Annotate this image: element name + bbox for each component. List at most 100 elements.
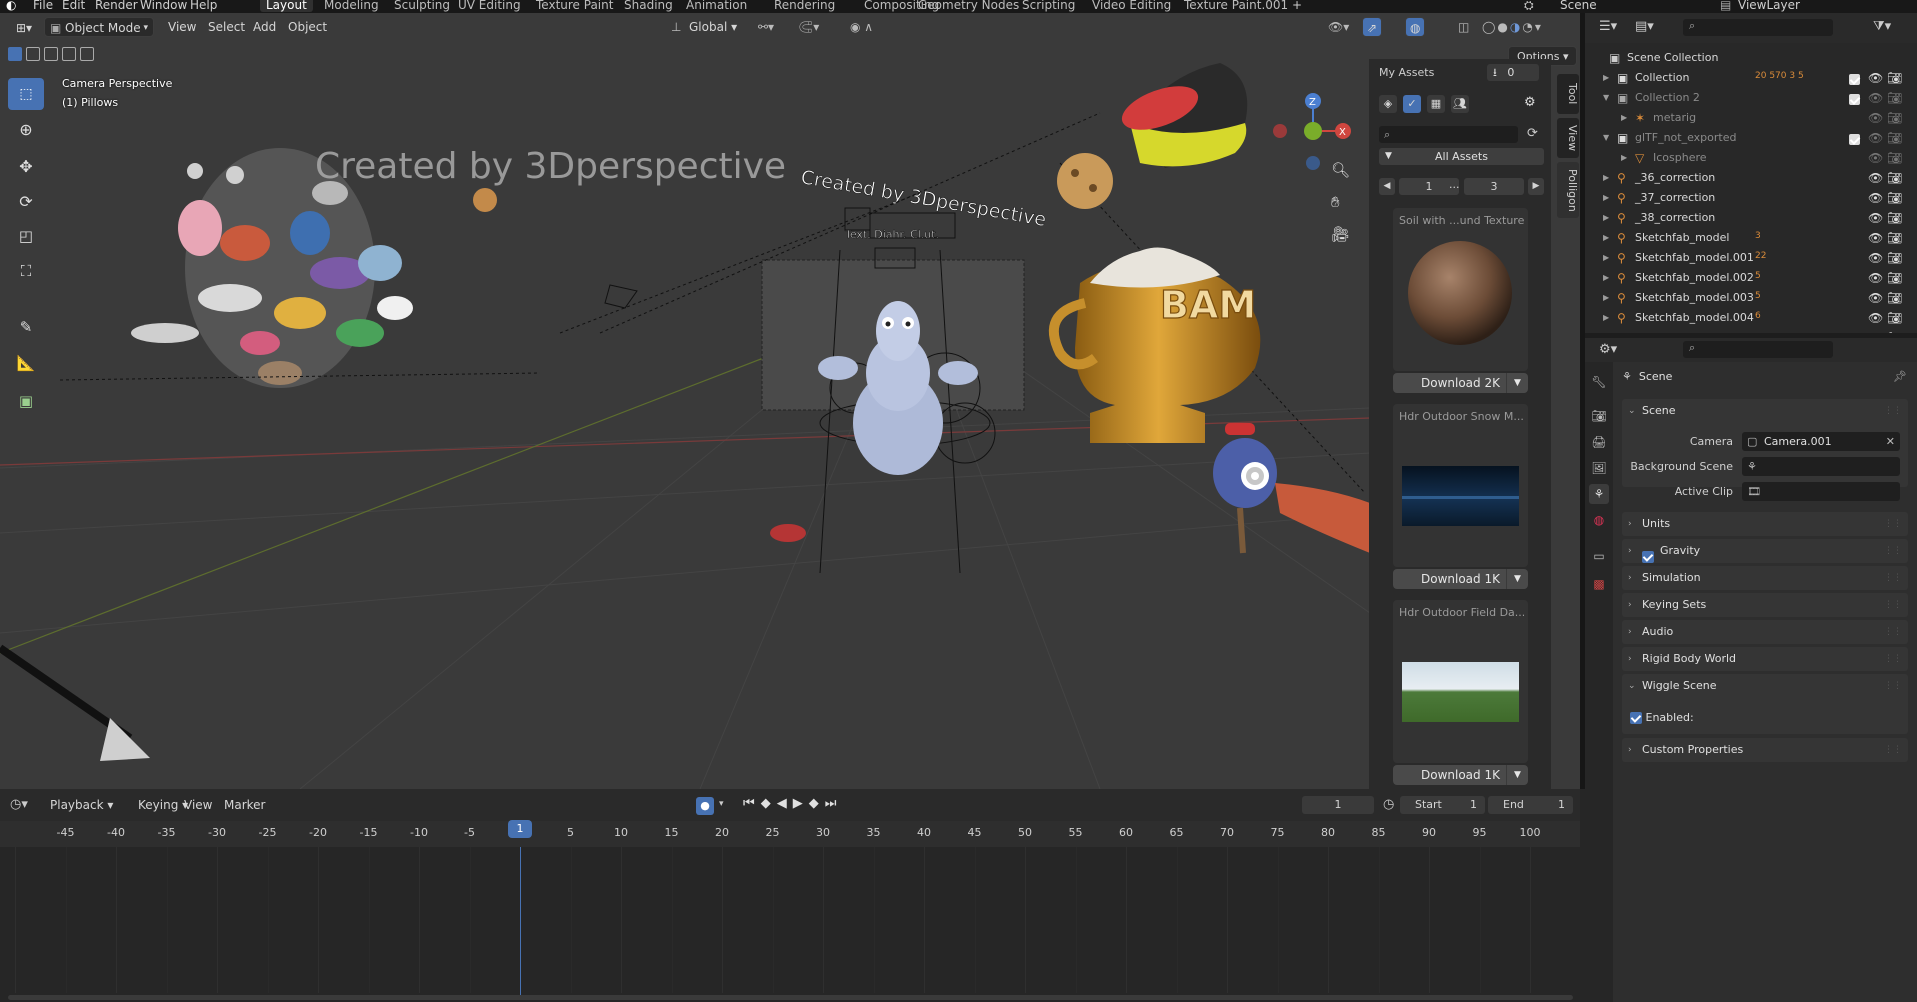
drag-grip-icon[interactable]: ⋮⋮ xyxy=(1884,620,1902,644)
select-box-tool[interactable]: ⬚ xyxy=(8,78,44,110)
snap-icon[interactable]: 🧲︎▾ xyxy=(790,17,827,37)
workspace-tab[interactable]: Texture Paint xyxy=(530,0,619,12)
camera-render-icon[interactable]: 📷︎ xyxy=(1887,331,1902,333)
menu-edit[interactable]: Edit xyxy=(62,0,85,12)
camera-view-icon[interactable]: 🎥︎ xyxy=(1331,225,1353,247)
camera-render-icon[interactable]: 📷︎ xyxy=(1887,311,1902,325)
expand-arrow-icon[interactable]: ▶ xyxy=(1603,173,1609,182)
tool-tab-icon[interactable]: 🔧︎ xyxy=(1589,372,1609,392)
expand-arrow-icon[interactable]: ▶ xyxy=(1603,313,1609,322)
jump-start-icon[interactable]: ⏮ xyxy=(743,796,761,811)
overlay-toggle-icon[interactable]: ◍ xyxy=(1405,17,1426,37)
simulation-section[interactable]: › Simulation ⋮⋮ xyxy=(1622,566,1908,590)
outliner-root[interactable]: ▣ Scene Collection xyxy=(1585,48,1917,68)
outliner-row[interactable]: ▶ ⚲ _38_correction 👁︎ 📷︎ xyxy=(1585,208,1917,228)
outliner-row[interactable]: ▶ ⚲ Sketchfab_model 3 👁︎ 📷︎ xyxy=(1585,228,1917,248)
camera-render-icon[interactable]: 📷︎ xyxy=(1887,71,1902,85)
drag-grip-icon[interactable]: ⋮⋮ xyxy=(1884,647,1902,671)
workspace-tab[interactable]: Modeling xyxy=(318,0,385,12)
eye-icon[interactable]: 👁︎ xyxy=(1868,91,1883,105)
drag-grip-icon[interactable]: ⋮⋮ xyxy=(1884,512,1902,536)
download-2k-button[interactable]: Download 2K ▼ xyxy=(1393,373,1528,393)
timeline-scrollbar[interactable] xyxy=(8,995,1573,1000)
editor-type-icon[interactable]: ⊞▾ xyxy=(8,18,40,38)
current-frame-field[interactable]: 1 xyxy=(1302,796,1374,814)
visibility-icon[interactable]: 👁︎▾ xyxy=(1320,17,1357,37)
move-tool[interactable]: ✥ xyxy=(8,150,44,182)
tab-tool[interactable]: Tool xyxy=(1557,74,1579,114)
auto-keying-record-icon[interactable]: ● xyxy=(696,797,714,815)
expand-arrow-icon[interactable]: ▶ xyxy=(1603,273,1609,282)
drag-grip-icon[interactable]: ⋮⋮ xyxy=(1884,539,1902,563)
page-total-field[interactable]: 3 xyxy=(1464,178,1524,195)
drag-grip-icon[interactable]: ⋮⋮ xyxy=(1884,399,1902,423)
asset-settings-gear-icon[interactable]: ⚙ xyxy=(1524,95,1542,113)
outliner-row[interactable]: ▶ ▽ Icosphere 👁︎ 📷︎ xyxy=(1585,148,1917,168)
download-1k-button[interactable]: Download 1K ▼ xyxy=(1393,569,1528,589)
scene-section-title[interactable]: Scene xyxy=(1642,404,1676,417)
marker-menu[interactable]: Marker xyxy=(216,795,273,815)
section-title[interactable]: Wiggle Scene xyxy=(1642,679,1717,692)
expand-arrow-icon[interactable]: ▶ xyxy=(1603,213,1609,222)
playhead-line[interactable] xyxy=(520,847,521,997)
download-counter[interactable]: ⭳ 0 xyxy=(1487,64,1539,81)
active-clip-field[interactable]: 🎞︎ xyxy=(1742,482,1900,501)
add-menu[interactable]: Add xyxy=(245,17,284,37)
workspace-tab[interactable]: Video Editing xyxy=(1086,0,1177,12)
clear-icon[interactable]: ✕ xyxy=(1886,432,1895,451)
tab-polligon[interactable]: Polligon xyxy=(1557,162,1579,218)
expand-arrow-icon[interactable]: ▶ xyxy=(1621,153,1627,162)
expand-arrow-icon[interactable]: ▶ xyxy=(1603,193,1609,202)
select-subtract-icon[interactable] xyxy=(44,47,58,61)
filter-users-icon[interactable]: 👥︎ xyxy=(1451,95,1469,113)
navigation-gizmo[interactable]: Z X xyxy=(1273,93,1351,170)
page-next-button[interactable]: ▶ xyxy=(1528,178,1544,195)
eye-icon[interactable]: 👁︎ xyxy=(1868,71,1883,85)
expand-arrow-icon[interactable]: ▼ xyxy=(1603,93,1609,102)
menu-window[interactable]: Window xyxy=(140,0,187,12)
select-invert-icon[interactable] xyxy=(62,47,76,61)
rotate-tool[interactable]: ⟳ xyxy=(8,185,44,217)
gizmo-toggle-icon[interactable]: ⇗ xyxy=(1362,17,1383,37)
expand-arrow-icon[interactable]: ▶ xyxy=(1603,293,1609,302)
exclude-checkbox[interactable] xyxy=(1849,72,1860,85)
outliner-row[interactable]: ▶ ⚲ _37_correction 👁︎ 📷︎ xyxy=(1585,188,1917,208)
expand-arrow-icon[interactable]: ▶ xyxy=(1603,73,1609,82)
camera-field[interactable]: ▢ Camera.001 ✕ xyxy=(1742,432,1900,451)
orientation-dropdown[interactable]: ⊥ Global ▾ xyxy=(665,17,745,37)
gravity-section[interactable]: › Gravity ⋮⋮ xyxy=(1622,539,1908,563)
timeline-ruler[interactable] xyxy=(0,821,1580,847)
view-menu[interactable]: View xyxy=(160,17,204,37)
eye-icon[interactable]: 👁︎ xyxy=(1868,291,1883,305)
timeline-editor-icon[interactable]: ◷▾ xyxy=(10,797,28,812)
annotate-tool[interactable]: ✎ xyxy=(8,311,44,343)
download-1k-button-2[interactable]: Download 1K ▼ xyxy=(1393,765,1528,785)
chevron-down-icon[interactable]: ▼ xyxy=(1506,765,1528,785)
background-scene-field[interactable]: ⚘ xyxy=(1742,457,1900,476)
eye-icon[interactable]: 👁︎ xyxy=(1868,231,1883,245)
shading-modes-icon[interactable]: ◯●◑◔▾ xyxy=(1474,17,1551,37)
camera-render-icon[interactable]: 📷︎ xyxy=(1887,271,1902,285)
drag-grip-icon[interactable]: ⋮⋮ xyxy=(1884,674,1902,698)
object-menu[interactable]: Object xyxy=(280,17,335,37)
eye-icon[interactable]: 👁︎ xyxy=(1868,211,1883,225)
camera-render-icon[interactable]: 📷︎ xyxy=(1887,211,1902,225)
cursor-tool[interactable]: ⊕ xyxy=(8,113,44,145)
scene-selector-icon[interactable]: ⛭ xyxy=(1524,0,1534,13)
drag-grip-icon[interactable]: ⋮⋮ xyxy=(1884,593,1902,617)
chevron-down-icon[interactable]: ⌄ xyxy=(1628,399,1636,423)
eye-icon[interactable]: 👁︎ xyxy=(1868,251,1883,265)
outliner-row[interactable]: ▼ ▣ glTF_not_exported 👁︎ 📷︎ xyxy=(1585,128,1917,148)
camera-render-icon[interactable]: 📷︎ xyxy=(1887,91,1902,105)
camera-render-icon[interactable]: 📷︎ xyxy=(1887,191,1902,205)
eye-icon[interactable]: 👁︎ xyxy=(1868,331,1883,333)
filter-icon[interactable]: ⧩▾ xyxy=(1873,19,1891,34)
camera-render-icon[interactable]: 📷︎ xyxy=(1887,291,1902,305)
chevron-down-icon[interactable]: ▼ xyxy=(1506,569,1528,589)
page-prev-button[interactable]: ◀ xyxy=(1379,178,1395,195)
asset-search-input[interactable]: ⌕ xyxy=(1379,126,1518,143)
chevron-down-icon[interactable]: ▼ xyxy=(1506,373,1528,393)
texture-tab-icon[interactable]: ▩ xyxy=(1589,574,1609,594)
expand-arrow-icon[interactable]: ▶ xyxy=(1603,233,1609,242)
keying-sets-section[interactable]: › Keying Sets ⋮⋮ xyxy=(1622,593,1908,617)
